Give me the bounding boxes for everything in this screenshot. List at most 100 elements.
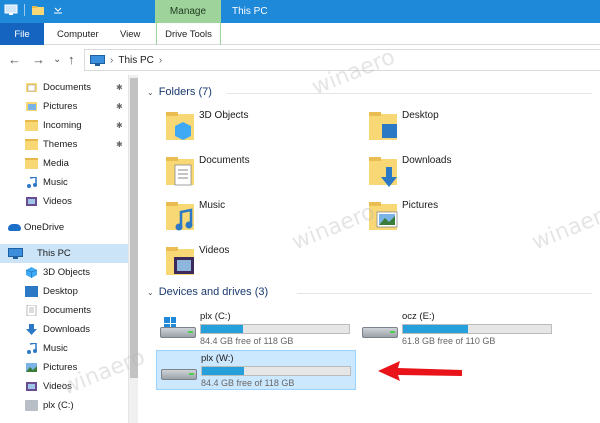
drive-usage-bar <box>200 324 350 334</box>
sidebar-item-label: Videos <box>43 381 72 392</box>
group-header-label: Folders (7) <box>158 86 212 98</box>
folder-icon <box>25 158 38 169</box>
music-icon <box>166 202 194 231</box>
breadcrumb[interactable]: This PC <box>118 55 154 66</box>
sidebar-item-documents[interactable]: Documents ✱ <box>0 78 128 97</box>
address-bar[interactable]: › This PC › <box>84 49 600 71</box>
drive-icon <box>161 359 197 381</box>
this-pc-icon <box>90 54 105 66</box>
folder-tile-videos[interactable]: Videos <box>163 243 353 283</box>
group-divider <box>227 93 592 94</box>
folder-icon <box>25 120 38 131</box>
sidebar-item-pictures[interactable]: Pictures ✱ <box>0 97 128 116</box>
music-icon <box>27 177 37 188</box>
tab-view[interactable]: View <box>120 23 140 45</box>
folder-label: Downloads <box>402 155 452 166</box>
sidebar-item-videos[interactable]: Videos <box>0 377 128 396</box>
sidebar-item-pictures[interactable]: Pictures <box>0 358 128 377</box>
drive-tile-plx-w[interactable]: plx (W:) 84.4 GB free of 118 GB <box>156 350 356 390</box>
this-pc-icon[interactable] <box>4 4 18 16</box>
back-button[interactable]: ← <box>8 52 21 67</box>
downloads-icon <box>26 324 37 335</box>
desktop-icon <box>369 112 397 140</box>
folder-label: Music <box>199 200 226 211</box>
drive-free-space: 84.4 GB free of 118 GB <box>201 378 295 388</box>
forward-button[interactable]: → <box>32 52 45 67</box>
sidebar-item-videos[interactable]: Videos <box>0 192 128 211</box>
tab-drive-tools[interactable]: Drive Tools <box>156 23 221 45</box>
drive-tile-plx-c[interactable]: plx (C:) 84.4 GB free of 118 GB <box>156 309 356 349</box>
sidebar-item-plx-c[interactable]: plx (C:) <box>0 396 128 415</box>
chevron-down-icon: ⌄ <box>147 287 154 297</box>
sidebar-item-desktop[interactable]: Desktop <box>0 282 128 301</box>
sidebar-item-downloads[interactable]: Downloads <box>0 320 128 339</box>
drive-tile-ocz-e[interactable]: ocz (E:) 61.8 GB free of 110 GB <box>358 309 558 349</box>
tab-file[interactable]: File <box>0 23 44 45</box>
drive-label: plx (C:) <box>200 311 231 322</box>
onedrive-icon <box>8 224 21 231</box>
sidebar-item-label: 3D Objects <box>43 267 90 278</box>
group-header-devices[interactable]: ⌄ Devices and drives (3) <box>147 286 268 298</box>
annotation-arrow <box>378 361 462 381</box>
sidebar-item-media[interactable]: Media <box>0 154 128 173</box>
sidebar-item-themes[interactable]: Themes ✱ <box>0 135 128 154</box>
sidebar-item-label: Desktop <box>43 286 78 297</box>
tab-manage[interactable]: Manage <box>155 0 221 23</box>
folder-icon <box>25 139 38 150</box>
sidebar-item-music[interactable]: Music <box>0 173 128 192</box>
sidebar-item-incoming[interactable]: Incoming ✱ <box>0 116 128 135</box>
up-button[interactable]: ↑ <box>68 52 75 67</box>
group-header-folders[interactable]: ⌄ Folders (7) <box>147 86 212 98</box>
sidebar-item-label: Documents <box>43 82 92 93</box>
breadcrumb-separator[interactable]: › <box>159 55 162 66</box>
folder-label: Documents <box>199 155 250 166</box>
documents-icon <box>166 157 194 186</box>
pin-icon: ✱ <box>116 83 123 92</box>
sidebar-item-label: Pictures <box>43 101 78 112</box>
folder-label: 3D Objects <box>199 110 249 121</box>
sidebar-item-music[interactable]: Music <box>0 339 128 358</box>
sidebar-item-label: Pictures <box>43 362 78 373</box>
drive-usage-bar <box>402 324 552 334</box>
folder-label: Videos <box>199 245 230 256</box>
this-pc-icon <box>8 248 23 259</box>
drive-label: ocz (E:) <box>402 311 435 322</box>
folder-tile-downloads[interactable]: Downloads <box>366 153 556 193</box>
chevron-down-icon: ⌄ <box>147 87 154 97</box>
pin-icon: ✱ <box>116 140 123 149</box>
chevron-down-icon[interactable] <box>51 4 65 16</box>
drive-icon <box>160 317 196 339</box>
sidebar-item-label: plx (C:) <box>43 400 74 411</box>
toolbar-divider <box>24 4 25 16</box>
sidebar-item-onedrive[interactable]: OneDrive <box>0 218 128 237</box>
scrollbar-thumb[interactable] <box>130 78 138 378</box>
group-header-label: Devices and drives (3) <box>158 286 269 298</box>
drive-label: plx (W:) <box>201 353 234 364</box>
documents-icon <box>26 83 37 92</box>
folder-icon[interactable] <box>31 4 45 16</box>
nav-scrollbar[interactable] <box>128 75 138 423</box>
pin-icon: ✱ <box>116 102 123 111</box>
sidebar-item-documents[interactable]: Documents <box>0 301 128 320</box>
pin-icon: ✱ <box>116 121 123 130</box>
folder-tile-3d-objects[interactable]: 3D Objects <box>163 108 353 148</box>
content-pane: ⌄ Folders (7) 3D Objects Desktop Documen… <box>139 75 600 423</box>
sidebar-item-3d-objects[interactable]: 3D Objects <box>0 263 128 282</box>
quick-access-toolbar <box>4 4 65 16</box>
sidebar-item-label: Downloads <box>43 324 90 335</box>
folder-label: Desktop <box>402 110 439 121</box>
breadcrumb-separator[interactable]: › <box>110 55 113 66</box>
sidebar-item-this-pc[interactable]: This PC <box>0 244 128 263</box>
navigation-pane: Documents ✱ Pictures ✱ Incoming ✱ Themes… <box>0 75 130 423</box>
videos-icon <box>26 197 37 206</box>
tab-computer[interactable]: Computer <box>57 23 99 45</box>
documents-icon <box>26 305 37 316</box>
drive-usage-bar <box>201 366 351 376</box>
folder-tile-pictures[interactable]: Pictures <box>366 198 556 238</box>
folder-tile-music[interactable]: Music <box>163 198 353 238</box>
desktop-icon <box>25 286 38 297</box>
folder-tile-desktop[interactable]: Desktop <box>366 108 556 148</box>
folder-tile-documents[interactable]: Documents <box>163 153 353 193</box>
recent-locations-button[interactable]: ⌄ <box>53 54 61 65</box>
address-row: ← → ⌄ ↑ › This PC › <box>0 45 600 75</box>
